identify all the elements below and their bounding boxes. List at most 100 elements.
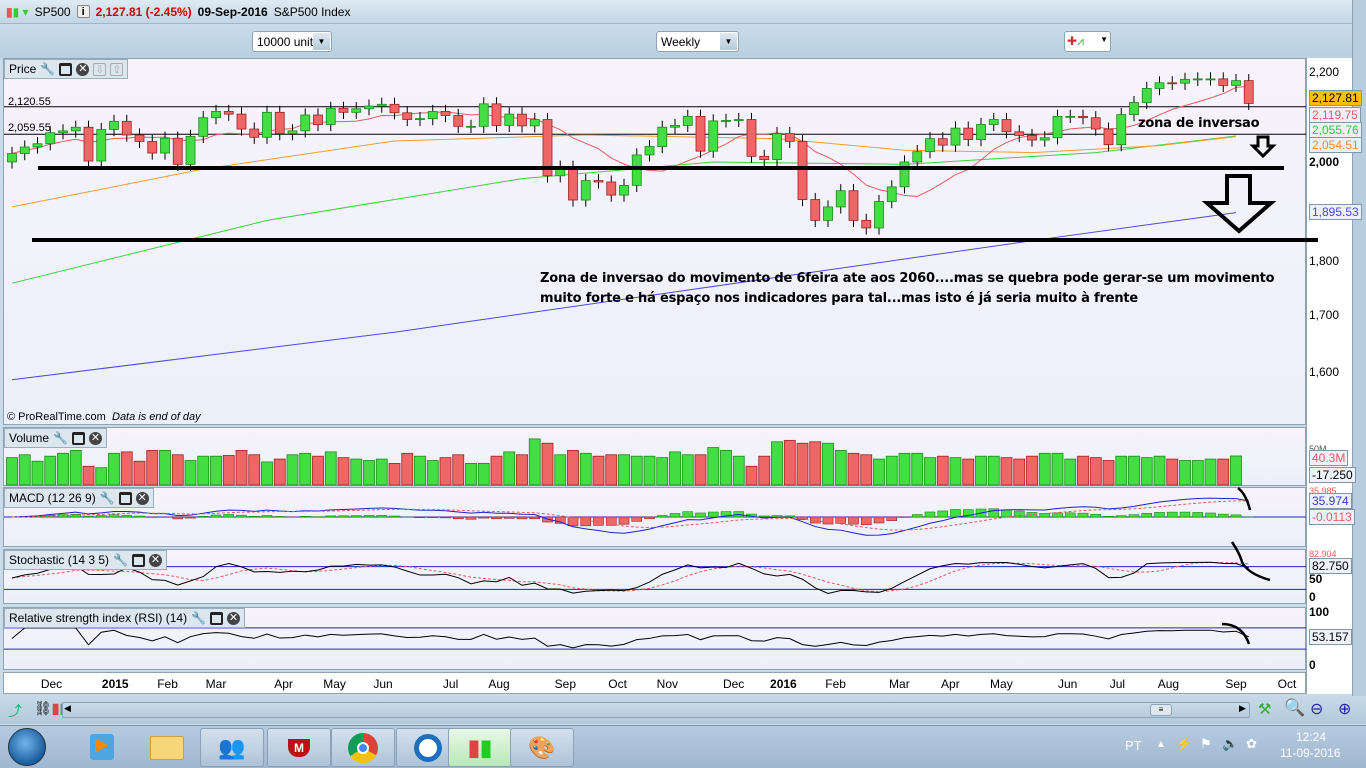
window-icon[interactable] (71, 431, 85, 445)
x-tick-label: Jun (373, 677, 393, 691)
x-tick-label: Dec (722, 677, 745, 691)
y-tick: 0 (1309, 590, 1316, 604)
taskbar-mcafee[interactable]: M (267, 728, 331, 767)
paint-palette-icon: 🎨 (528, 734, 556, 760)
window-icon[interactable] (210, 611, 224, 625)
scrollbar-thumb[interactable]: ≡ (1150, 704, 1172, 716)
units-dropdown[interactable]: 10000 units ▼ (252, 31, 332, 52)
zoom-in-icon[interactable]: ⊕ (1338, 699, 1351, 719)
volume-value-box: -17.250 (1309, 467, 1356, 483)
rsi-value-box: 53.157 (1309, 629, 1352, 645)
taskbar-prorealtime[interactable]: ▮▮ (448, 728, 512, 767)
price-panel[interactable]: Price 🔧 ✕ ⇩ ⇧ 2,120.55 2,059.55 © ProRealTim… (3, 58, 1306, 425)
hline-label-2: 2,059.55 (8, 122, 51, 134)
x-tick-label: Aug (1157, 677, 1180, 691)
language-indicator[interactable]: PT (1125, 738, 1142, 753)
period-dropdown[interactable]: Weekly ▼ (656, 31, 739, 52)
show-hidden-icons[interactable]: ▲ (1156, 739, 1166, 750)
app-circle-icon (414, 733, 442, 762)
auto-scroll-icon[interactable]: ⤴ (8, 701, 22, 721)
chart-type-button[interactable]: ✚⩘ ▼ (1064, 31, 1111, 52)
close-icon[interactable]: ✕ (149, 553, 163, 567)
flag-icon[interactable]: ⚑ (1200, 736, 1212, 752)
horizontal-scrollbar[interactable]: ◀ ≡ ▶ (62, 702, 1250, 718)
panel-title: Relative strength index (RSI) (14) (9, 611, 188, 625)
panel-title: Stochastic (14 3 5) (9, 553, 110, 567)
stochastic-panel[interactable]: Stochastic (14 3 5) 🔧 ✕ (3, 549, 1306, 604)
price-change: 2,127.81 (-2.45%) (95, 4, 192, 19)
data-note: Data is end of day (112, 411, 201, 423)
ma-red-box: 2,119.75 (1309, 107, 1361, 123)
y-tick: 0 (1309, 658, 1316, 672)
y-tick: 1,800 (1309, 254, 1340, 268)
wrench-icon[interactable]: 🔧 (113, 553, 128, 567)
move-up-icon[interactable]: ⇧ (110, 62, 124, 76)
clock-date[interactable]: 11-09-2016 (1280, 746, 1341, 760)
x-tick-label: 2015 (101, 677, 129, 691)
rsi-panel-header: Relative strength index (RSI) (14) 🔧 ✕ (4, 608, 246, 628)
panel-title: MACD (12 26 9) (9, 491, 96, 505)
y-tick: 2,200 (1309, 65, 1340, 79)
ma-blue-box: 1,895.53 (1309, 204, 1362, 220)
x-tick-label: Aug (488, 677, 510, 691)
clock-time[interactable]: 12:24 (1296, 730, 1326, 744)
x-tick-label: Oct (1277, 677, 1297, 691)
close-icon[interactable]: ✕ (88, 431, 102, 445)
y-tick: 100 (1309, 605, 1330, 619)
scroll-left-icon[interactable]: ◀ (64, 703, 71, 714)
messenger-icon: 👥 (218, 734, 246, 760)
x-tick-label: Nov (656, 677, 679, 691)
x-tick-label: Feb (157, 677, 178, 691)
volume-icon[interactable]: 🔈 (1222, 736, 1238, 752)
x-tick-label: Mar (205, 677, 227, 691)
candlestick-icon[interactable]: ▮▮ ▾ (6, 5, 29, 19)
x-tick-label: Jul (442, 677, 459, 691)
candlestick-icon: ▮▮ (467, 734, 493, 760)
taskbar: ▶ 👥 M ▮▮ 🎨 PT ▲ ⚡ ⚑ 🔈 ✿ 12:24 11-09-2016 (0, 725, 1366, 768)
wrench-icon[interactable]: 🔧 (53, 431, 68, 445)
x-tick-label: Mar (889, 677, 910, 691)
taskbar-chrome[interactable] (331, 728, 395, 767)
x-tick-label: Oct (608, 677, 627, 691)
window-icon[interactable] (59, 62, 73, 76)
volume-panel[interactable]: Volume 🔧 ✕ (3, 427, 1306, 486)
network-icon[interactable]: ✿ (1246, 736, 1257, 752)
wrench-icon[interactable]: 🔧 (100, 491, 115, 505)
units-value: 10000 units (257, 35, 320, 49)
file-explorer-icon[interactable] (150, 736, 184, 760)
rsi-panel[interactable]: Relative strength index (RSI) (14) 🔧 ✕ (3, 607, 1306, 670)
x-tick-label: Feb (825, 677, 846, 691)
chevron-down-icon: ▼ (720, 33, 737, 50)
wrench-icon[interactable]: 🔧 (40, 62, 55, 76)
power-icon[interactable]: ⚡ (1176, 736, 1192, 752)
instrument-name: S&P500 Index (273, 4, 351, 19)
wrench-icon[interactable]: 🔧 (191, 611, 206, 625)
zoom-fit-icon[interactable]: 🔍 (1284, 698, 1305, 718)
x-tick-label: Jun (1058, 677, 1078, 691)
stochastic-panel-header: Stochastic (14 3 5) 🔧 ✕ (4, 550, 168, 570)
last-price-box: 2,127.81 (1309, 90, 1362, 106)
symbol[interactable]: SP500 (35, 5, 71, 19)
period-value: Weekly (661, 35, 701, 49)
candle-settings-icon[interactable]: ⚒ (1258, 700, 1271, 718)
close-icon[interactable]: ✕ (76, 62, 90, 76)
panel-title: Price (9, 62, 37, 76)
x-tick-label: Dec (40, 677, 63, 691)
window-icon[interactable] (118, 491, 132, 505)
info-icon[interactable]: i (76, 5, 90, 18)
macd-signal-box: -0.0113 (1309, 509, 1355, 525)
media-player-icon[interactable]: ▶ (90, 734, 114, 760)
scroll-right-icon[interactable]: ▶ (1239, 703, 1246, 714)
close-icon[interactable]: ✕ (135, 491, 149, 505)
price-panel-header: Price 🔧 ✕ ⇩ ⇧ (4, 59, 129, 79)
start-button[interactable] (8, 728, 46, 766)
ma-green-box: 2,055.76 (1309, 122, 1362, 138)
close-icon[interactable]: ✕ (227, 611, 241, 625)
taskbar-messenger[interactable]: 👥 (200, 728, 264, 767)
taskbar-paint[interactable]: 🎨 (510, 728, 574, 767)
x-tick-label: Sep (554, 677, 577, 691)
zoom-out-icon[interactable]: ⊖ (1310, 699, 1323, 719)
move-down-icon[interactable]: ⇩ (93, 62, 107, 76)
macd-panel[interactable]: MACD (12 26 9) 🔧 ✕ (3, 487, 1306, 547)
window-icon[interactable] (132, 553, 146, 567)
